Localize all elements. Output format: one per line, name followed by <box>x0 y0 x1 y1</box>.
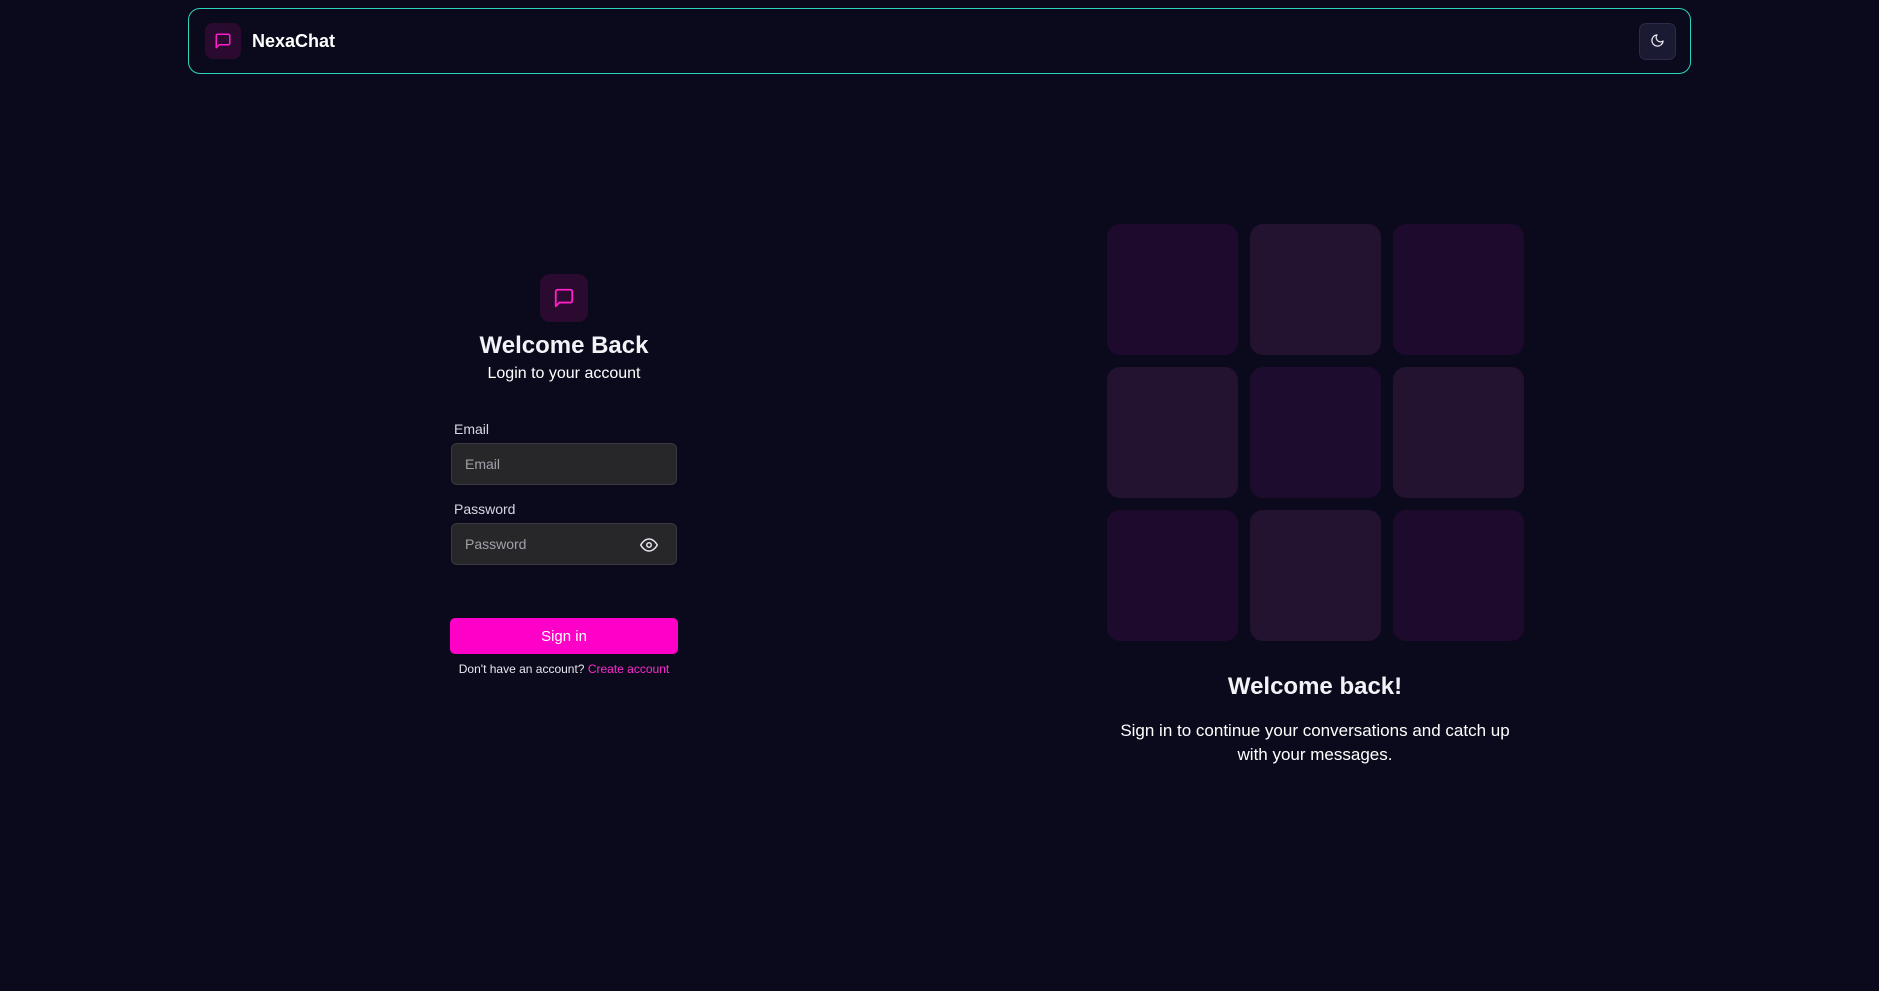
grid-tile <box>1107 510 1238 641</box>
promo-title: Welcome back! <box>1227 673 1403 700</box>
email-field[interactable] <box>451 443 677 485</box>
navbar: NexaChat <box>188 8 1691 74</box>
email-label: Email <box>454 421 490 437</box>
sign-in-button[interactable]: Sign in <box>450 618 678 654</box>
theme-toggle-button[interactable] <box>1639 23 1676 60</box>
grid-tile <box>1250 224 1381 355</box>
no-account-text: Don't have an account? <box>458 662 585 676</box>
grid-tile <box>1393 510 1524 641</box>
grid-tile <box>1393 367 1524 498</box>
brand[interactable]: NexaChat <box>205 23 335 59</box>
grid-tile <box>1107 367 1238 498</box>
password-label: Password <box>454 501 516 517</box>
grid-tile <box>1250 367 1381 498</box>
grid-tile <box>1250 510 1381 641</box>
promo-text: Sign in to continue your conversations a… <box>1120 721 1510 764</box>
decorative-tile-grid <box>1107 224 1524 641</box>
grid-tile <box>1107 224 1238 355</box>
message-square-icon <box>205 23 241 59</box>
grid-tile <box>1393 224 1524 355</box>
brand-name: NexaChat <box>252 30 336 51</box>
moon-icon <box>1650 33 1665 51</box>
login-title: Welcome Back <box>479 332 649 359</box>
eye-icon[interactable] <box>640 536 658 559</box>
login-subtitle: Login to your account <box>487 365 641 382</box>
create-account-row: Don't have an account? Create account <box>450 662 678 676</box>
message-square-icon <box>540 274 588 322</box>
create-account-link[interactable]: Create account <box>588 662 669 676</box>
